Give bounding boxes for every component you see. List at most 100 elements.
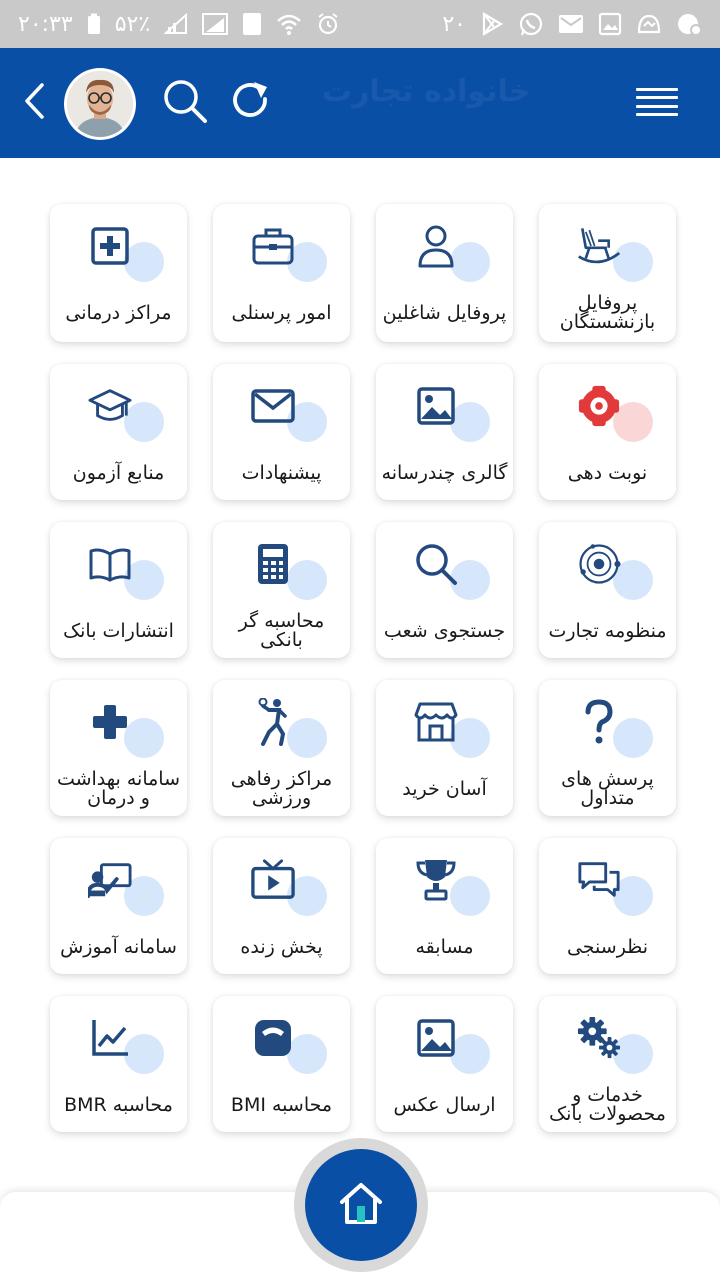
sim-icon	[242, 12, 262, 36]
chevron-left-icon	[22, 82, 46, 124]
rocking-chair-icon	[577, 224, 621, 268]
graduation-cap-icon	[88, 384, 132, 428]
tile-label: آسان خرید	[402, 777, 487, 800]
menu-line	[636, 88, 678, 91]
tile-live-stream[interactable]: پخش زنده	[213, 838, 350, 974]
search-button[interactable]	[160, 78, 210, 128]
tile-personnel-affairs[interactable]: امور پرسنلی	[213, 204, 350, 342]
line-chart-icon	[88, 1016, 132, 1060]
chat-bubbles-icon	[577, 858, 621, 902]
tile-label: محاسبه BMR	[64, 1093, 173, 1116]
briefcase-icon	[251, 224, 295, 268]
menu-line	[636, 104, 678, 108]
photo-icon	[414, 1016, 458, 1060]
signal-icon	[164, 13, 188, 35]
tile-employees-profile[interactable]: پروفایل شاغلین	[376, 204, 513, 342]
tile-retirees-profile[interactable]: پروفایل بازنشستگان	[539, 204, 676, 342]
menu-button[interactable]	[630, 80, 684, 124]
avatar-image	[67, 71, 133, 137]
battery-percent: ۵۲٪	[114, 11, 151, 37]
notify-app-icon	[676, 12, 702, 36]
tile-label: جستجوی شعب	[383, 619, 506, 642]
user-icon	[414, 224, 458, 268]
calculator-icon	[251, 542, 295, 586]
tile-label: پروفایل بازنشستگان	[559, 292, 656, 333]
home-button[interactable]	[305, 1149, 417, 1261]
scale-icon	[251, 1016, 295, 1060]
tile-label: ارسال عکس	[393, 1093, 496, 1116]
alarm-icon	[316, 12, 340, 36]
tile-bmr-calculator[interactable]: محاسبه BMR	[50, 996, 187, 1132]
tile-bank-calculator[interactable]: محاسبه گر بانکی	[213, 522, 350, 658]
tile-survey[interactable]: نظرسنجی	[539, 838, 676, 974]
menu-line	[636, 112, 678, 116]
tile-label: محاسبه گر بانکی	[238, 610, 325, 651]
tile-bank-services[interactable]: خدمات و محصولات بانک	[539, 996, 676, 1132]
tile-appointment[interactable]: نوبت دهی	[539, 364, 676, 500]
volleyball-player-icon	[251, 698, 295, 746]
tile-label: نظرسنجی	[566, 935, 649, 958]
refresh-button[interactable]	[226, 78, 276, 128]
tile-label: سامانه آموزش	[60, 935, 177, 958]
tile-label: مراکز درمانی	[65, 301, 172, 324]
tile-medical-centers[interactable]: مراکز درمانی	[50, 204, 187, 342]
tile-label: سامانه بهداشت و درمان	[56, 768, 181, 809]
status-bar-right: ۲۰	[442, 11, 702, 37]
tile-label: مراکز رفاهی ورزشی	[230, 768, 333, 809]
tile-training-system[interactable]: سامانه آموزش	[50, 838, 187, 974]
tile-sports-welfare[interactable]: مراکز رفاهی ورزشی	[213, 680, 350, 816]
battery-icon	[87, 13, 101, 35]
avatar[interactable]	[64, 68, 136, 140]
tile-label: پروفایل شاغلین	[382, 301, 507, 324]
wifi-icon	[276, 13, 302, 35]
tile-health-system[interactable]: سامانه بهداشت و درمان	[50, 680, 187, 816]
status-bar-left: ۲۰:۳۳ ۵۲٪	[18, 12, 340, 37]
tile-label: مسابقه	[415, 935, 474, 958]
appointment-icon	[577, 384, 621, 428]
envelope-icon	[251, 384, 295, 428]
tile-send-photo[interactable]: ارسال عکس	[376, 996, 513, 1132]
tile-label: پیشنهادات	[241, 461, 322, 484]
tile-media-gallery[interactable]: گالری چندرسانه	[376, 364, 513, 500]
image-icon	[414, 384, 458, 428]
search-icon	[162, 78, 208, 128]
tile-tejarat-system[interactable]: منظومه تجارت	[539, 522, 676, 658]
tile-faq[interactable]: پرسش های متداول	[539, 680, 676, 816]
whatsapp-icon	[518, 11, 544, 37]
mail-icon	[558, 13, 584, 35]
signal-icon-2	[202, 13, 229, 35]
orbit-logo-icon	[577, 542, 621, 586]
tile-label: امور پرسنلی	[231, 301, 332, 324]
status-bar: ۲۰:۳۳ ۵۲٪ ۲۰	[0, 0, 720, 48]
tile-label: نوبت دهی	[567, 461, 648, 484]
trophy-icon	[414, 858, 458, 902]
tile-bmi-calculator[interactable]: محاسبه BMI	[213, 996, 350, 1132]
app-logo: خانواده تجارت	[322, 74, 531, 109]
play-store-icon	[480, 12, 504, 36]
refresh-icon	[229, 79, 273, 127]
tile-label: پخش زنده	[240, 935, 323, 958]
store-icon	[414, 700, 458, 744]
medical-plus-icon	[88, 224, 132, 268]
search-icon	[414, 542, 458, 586]
tile-bank-publications[interactable]: انتشارات بانک	[50, 522, 187, 658]
home-button-ring	[294, 1138, 428, 1272]
tile-suggestions[interactable]: پیشنهادات	[213, 364, 350, 500]
gears-icon	[577, 1016, 621, 1060]
back-button[interactable]	[14, 78, 54, 128]
tile-competition[interactable]: مسابقه	[376, 838, 513, 974]
teacher-board-icon	[88, 858, 132, 902]
tile-exam-resources[interactable]: منابع آزمون	[50, 364, 187, 500]
notification-count: ۲۰	[442, 11, 466, 37]
tile-label: انتشارات بانک	[63, 619, 174, 642]
app-header: خانواده تجارت	[0, 48, 720, 158]
home-icon	[338, 1180, 384, 1230]
health-cross-icon	[88, 700, 132, 744]
tile-label: پرسش های متداول	[561, 768, 654, 809]
app-icon	[636, 12, 662, 36]
tile-branch-search[interactable]: جستجوی شعب	[376, 522, 513, 658]
tile-easy-shopping[interactable]: آسان خرید	[376, 680, 513, 816]
tile-label: محاسبه BMI	[230, 1093, 333, 1116]
status-time: ۲۰:۳۳	[18, 11, 73, 37]
tile-label: منظومه تجارت	[548, 619, 667, 642]
